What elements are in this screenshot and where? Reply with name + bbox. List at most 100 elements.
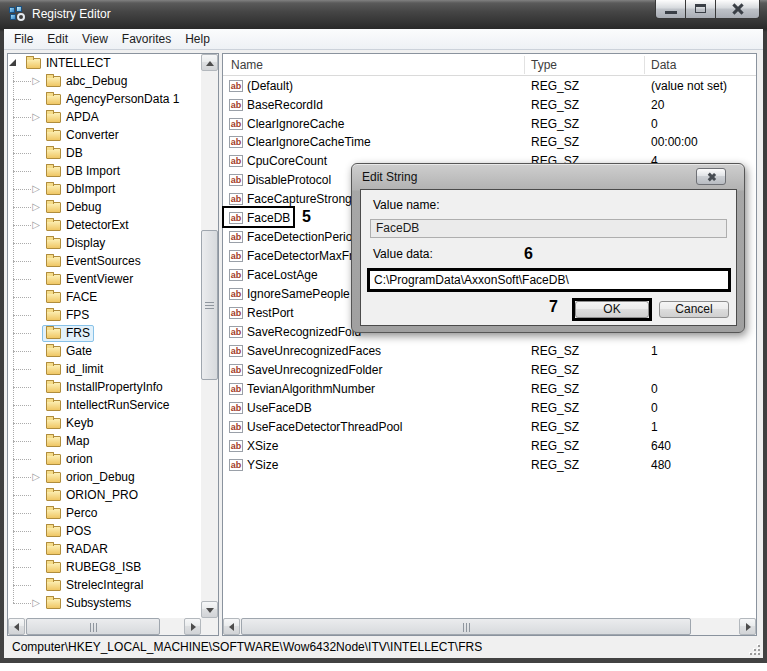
string-value-icon: ab [229,136,243,148]
scroll-right-button[interactable] [184,618,201,635]
tree-vscroll-thumb[interactable] [201,230,218,380]
column-header-type[interactable]: Type [531,54,557,76]
menu-edit[interactable]: Edit [40,29,75,50]
tree-item-id-limit[interactable]: id_limit [8,360,201,378]
string-value-icon: ab [229,345,243,357]
tree-item-display[interactable]: Display [8,234,201,252]
tree-item-installpropertyinfo[interactable]: InstallPropertyInfo [8,378,201,396]
menu-favorites[interactable]: Favorites [115,29,178,50]
tree-guide-stub [13,225,31,226]
tree-item-subsystems[interactable]: ▷Subsystems [8,594,201,612]
value-data: 00:00:00 [651,133,698,152]
minimize-button[interactable] [655,0,686,19]
tree-item-gate[interactable]: Gate [8,342,201,360]
scroll-down-button[interactable] [201,601,218,618]
tree-item-keyb[interactable]: Keyb [8,414,201,432]
value-name: SaveRecognizedFold [247,323,361,342]
tree-item-debug[interactable]: ▷Debug [8,198,201,216]
value-row-ysize[interactable]: abYSizeREG_SZ480 [223,456,756,475]
tree-item-map[interactable]: Map [8,432,201,450]
tree-item-orion-pro[interactable]: ORION_PRO [8,486,201,504]
value-row-saveunrecognizedfolder[interactable]: abSaveUnrecognizedFolderREG_SZ [223,361,756,380]
close-button[interactable] [716,0,760,19]
tree-item-strelecintegral[interactable]: StrelecIntegral [8,576,201,594]
expander-collapsed-icon[interactable]: ▷ [31,598,41,608]
expander-collapsed-icon[interactable]: ▷ [31,220,41,230]
tree-item-db-import[interactable]: DB Import [8,162,201,180]
tree-item-pos[interactable]: POS [8,522,201,540]
value-data-input[interactable] [370,271,728,289]
tree-item-abc-debug[interactable]: ▷abc_Debug [8,72,201,90]
tree-item-agencypersondata-1[interactable]: AgencyPersonData 1 [8,90,201,108]
value-data: 0 [651,399,658,418]
dialog-title: Edit String [362,168,417,186]
value-row-usefacedetectorthreadpool[interactable]: abUseFaceDetectorThreadPoolREG_SZ1 [223,418,756,437]
dialog-close-button[interactable] [696,168,726,185]
menu-view[interactable]: View [75,29,115,50]
tree-guide-stub [13,135,31,136]
tree-item-apda[interactable]: ▷APDA [8,108,201,126]
column-separator[interactable] [524,56,525,74]
tree-item-face[interactable]: FACE [8,288,201,306]
tree-item-label: DbImport [66,182,115,196]
thumb-grip [93,623,94,632]
tree-item-db[interactable]: DB [8,144,201,162]
column-separator[interactable] [644,56,645,74]
tree-item-orion-debug[interactable]: ▷orion_Debug [8,468,201,486]
column-header-data[interactable]: Data [651,54,676,76]
folder-icon [46,454,61,465]
cancel-button[interactable]: Cancel [659,301,729,318]
scroll-up-button[interactable] [201,54,218,71]
tree-item-converter[interactable]: Converter [8,126,201,144]
scroll-left-button[interactable] [223,618,240,635]
folder-icon [46,490,61,501]
expander-collapsed-icon[interactable]: ▷ [31,202,41,212]
value-row--default-[interactable]: ab(Default)REG_SZ(value not set) [223,77,756,96]
tree-hscroll-thumb[interactable] [26,618,160,635]
list-hscroll-thumb[interactable] [241,618,691,635]
value-row-tevianalgorithmnumber[interactable]: abTevianAlgorithmNumberREG_SZ0 [223,380,756,399]
tree-item-frs[interactable]: FRS [8,324,201,342]
maximize-button[interactable] [686,0,716,19]
tree-item-detectorext[interactable]: ▷DetectorExt [8,216,201,234]
value-row-xsize[interactable]: abXSizeREG_SZ640 [223,437,756,456]
scroll-right-button[interactable] [739,618,756,635]
column-header-name[interactable]: Name [231,54,263,76]
tree-item-eventsources[interactable]: EventSources [8,252,201,270]
title-bar[interactable]: Registry Editor [0,0,767,29]
expander-collapsed-icon[interactable]: ▷ [31,472,41,482]
value-row-usefacedb[interactable]: abUseFaceDBREG_SZ0 [223,399,756,418]
tree-item-intellectrunservice[interactable]: IntellectRunService [8,396,201,414]
tree-horizontal-scrollbar[interactable] [8,618,201,635]
value-row-saveunrecognizedfaces[interactable]: abSaveUnrecognizedFacesREG_SZ1 [223,342,756,361]
maximize-icon [695,4,706,13]
expander-expanded-icon[interactable] [8,58,18,68]
tree-item-eventviewer[interactable]: EventViewer [8,270,201,288]
expander-collapsed-icon[interactable]: ▷ [31,76,41,86]
scroll-left-button[interactable] [8,618,25,635]
tree-item-label: Gate [66,344,92,358]
value-row-clearignorecache[interactable]: abClearIgnoreCacheREG_SZ0 [223,115,756,134]
menu-file[interactable]: File [7,29,40,50]
expander-collapsed-icon[interactable]: ▷ [31,112,41,122]
tree-item-intellect[interactable]: INTELLECT [8,54,201,72]
value-row-baserecordid[interactable]: abBaseRecordIdREG_SZ20 [223,96,756,115]
list-horizontal-scrollbar[interactable] [223,618,756,635]
value-row-clearignorecachetime[interactable]: abClearIgnoreCacheTimeREG_SZ00:00:00 [223,133,756,152]
folder-icon [46,526,61,537]
folder-icon [46,382,61,393]
tree-guide-stub [13,567,31,568]
tree-item-dbimport[interactable]: ▷ DbImport [8,180,201,198]
ok-button[interactable]: OK [575,301,649,318]
value-data: 0 [651,380,658,399]
value-name-field: FaceDB [370,219,727,238]
tree-item-fps[interactable]: FPS [8,306,201,324]
tree-item-orion[interactable]: orion [8,450,201,468]
tree-vertical-scrollbar[interactable] [201,54,218,618]
expander-collapsed-icon[interactable]: ▷ [31,184,41,194]
annotation-step-5: 5 [302,208,311,226]
tree-item-rubeg8-isb[interactable]: RUBEG8_ISB [8,558,201,576]
menu-help[interactable]: Help [178,29,217,50]
tree-item-radar[interactable]: RADAR [8,540,201,558]
tree-item-perco[interactable]: Perco [8,504,201,522]
